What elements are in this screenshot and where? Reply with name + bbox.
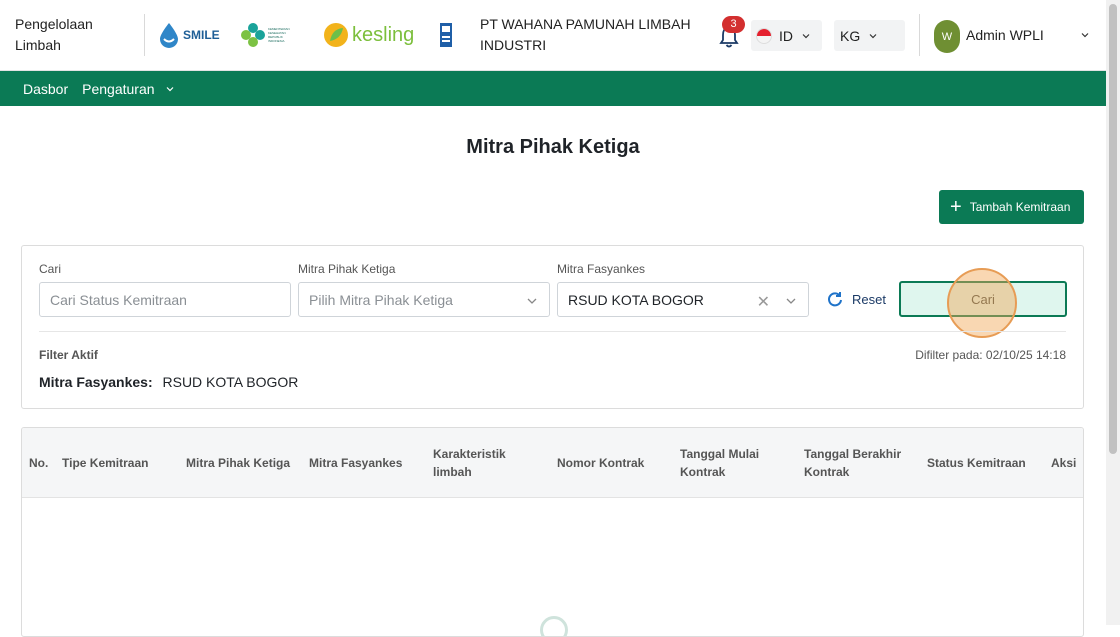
- kemenkes-logo: KEMENTERIAN KESEHATAN REPUBLIK INDONESIA: [240, 22, 296, 48]
- kemenkes-logo-text: KEMENTERIAN KESEHATAN REPUBLIK INDONESIA: [268, 27, 290, 43]
- chevron-down-icon: [786, 298, 796, 304]
- chevron-down-icon: [166, 86, 173, 91]
- column-header-waste-characteristics: Karakteristik limbah: [433, 447, 506, 479]
- kesling-logo-text: kesling: [352, 23, 415, 46]
- smile-logo-text: SMILE: [183, 28, 220, 42]
- kesling-logo: kesling: [323, 22, 414, 48]
- chevron-down-icon: [869, 33, 877, 38]
- unit-select[interactable]: KG: [834, 20, 905, 51]
- scrollbar-thumb[interactable]: [1109, 4, 1117, 454]
- column-header-end-date: Tanggal Berakhir Kontrak: [804, 447, 902, 479]
- smile-logo: SMILE: [157, 22, 220, 48]
- partners-table: No. Tipe Kemitraan Mitra Pihak Ketiga Mi…: [21, 427, 1084, 637]
- organization-name: PT WAHANA PAMUNAH LIMBAH INDUSTRI: [480, 16, 691, 53]
- avatar[interactable]: W: [934, 20, 960, 53]
- page-title: Mitra Pihak Ketiga: [466, 136, 640, 158]
- clear-icon[interactable]: ✕: [757, 292, 770, 312]
- table-header: No. Tipe Kemitraan Mitra Pihak Ketiga Mi…: [22, 428, 1083, 498]
- column-header-status: Status Kemitraan: [927, 456, 1026, 470]
- language-select[interactable]: ID: [751, 20, 822, 51]
- partner-placeholder: Pilih Mitra Pihak Ketiga: [309, 291, 453, 308]
- kesling-leaf-icon: [324, 23, 348, 47]
- column-header-no: No.: [29, 456, 49, 470]
- reset-button[interactable]: Reset: [826, 288, 886, 310]
- search-input[interactable]: Cari Status Kemitraan: [39, 282, 291, 317]
- filtered-at: Difilter pada: 02/10/25 14:18: [915, 348, 1066, 362]
- smile-drop-icon: [160, 23, 178, 48]
- indonesia-flag-icon: [756, 27, 772, 44]
- column-header-action: Aksi: [1051, 456, 1077, 470]
- column-header-start-date: Tanggal Mulai Kontrak: [680, 447, 760, 479]
- user-name[interactable]: Admin WPLI: [966, 27, 1044, 43]
- chevron-down-icon: [802, 33, 810, 38]
- undp-logo: [440, 23, 452, 47]
- column-header-type: Tipe Kemitraan: [62, 456, 149, 470]
- search-button-label: Cari: [971, 291, 995, 307]
- nav-item-pengaturan[interactable]: Pengaturan: [82, 81, 174, 97]
- active-filter-value: RSUD KOTA BOGOR: [162, 374, 299, 390]
- loading-spinner-icon: [540, 616, 568, 636]
- kemenkes-emblem-icon: [241, 23, 265, 47]
- nav-item-label: Pengaturan: [82, 80, 155, 97]
- main-nav: Dasbor Pengaturan: [0, 71, 1106, 106]
- refresh-icon: [828, 292, 842, 307]
- page-scrollbar[interactable]: [1106, 0, 1120, 625]
- add-partnership-button[interactable]: + Tambah Kemitraan: [939, 190, 1084, 224]
- column-header-facility: Mitra Fasyankes: [309, 456, 403, 470]
- notification-count-badge: 3: [722, 16, 745, 33]
- partner-select[interactable]: Pilih Mitra Pihak Ketiga: [298, 282, 550, 317]
- app-title: Pengelolaan Limbah: [15, 16, 93, 53]
- top-bar: Pengelolaan Limbah SMILE KEMENTERIAN KES…: [0, 0, 1106, 71]
- divider: [919, 14, 920, 56]
- facility-select[interactable]: RSUD KOTA BOGOR ✕: [557, 282, 809, 317]
- divider: [144, 14, 145, 56]
- facility-value: RSUD KOTA BOGOR: [568, 291, 704, 308]
- plus-icon: +: [950, 196, 962, 218]
- active-filter-title: Filter Aktif: [39, 348, 98, 362]
- nav-item-label: Dasbor: [23, 80, 69, 97]
- partner-label: Mitra Pihak Ketiga: [298, 262, 396, 276]
- active-filter-key: Mitra Fasyankes:: [39, 374, 153, 390]
- nav-item-dasbor[interactable]: Dasbor: [23, 81, 68, 97]
- search-button[interactable]: Cari: [899, 281, 1067, 317]
- search-label: Cari: [39, 262, 62, 276]
- reset-label: Reset: [852, 291, 886, 307]
- undp-logo-icon: [440, 23, 452, 47]
- chevron-down-icon: [527, 298, 537, 304]
- active-filter-item: Mitra Fasyankes: RSUD KOTA BOGOR: [39, 374, 298, 390]
- column-header-partner: Mitra Pihak Ketiga: [186, 456, 291, 470]
- column-header-contract-number: Nomor Kontrak: [557, 456, 645, 470]
- language-value: ID: [779, 27, 793, 44]
- unit-value: KG: [840, 27, 861, 44]
- search-placeholder: Cari Status Kemitraan: [50, 291, 187, 308]
- user-menu-chevron-icon[interactable]: [1080, 30, 1090, 40]
- facility-label: Mitra Fasyankes: [557, 262, 646, 276]
- divider: [39, 331, 1066, 332]
- add-partnership-label: Tambah Kemitraan: [969, 200, 1071, 214]
